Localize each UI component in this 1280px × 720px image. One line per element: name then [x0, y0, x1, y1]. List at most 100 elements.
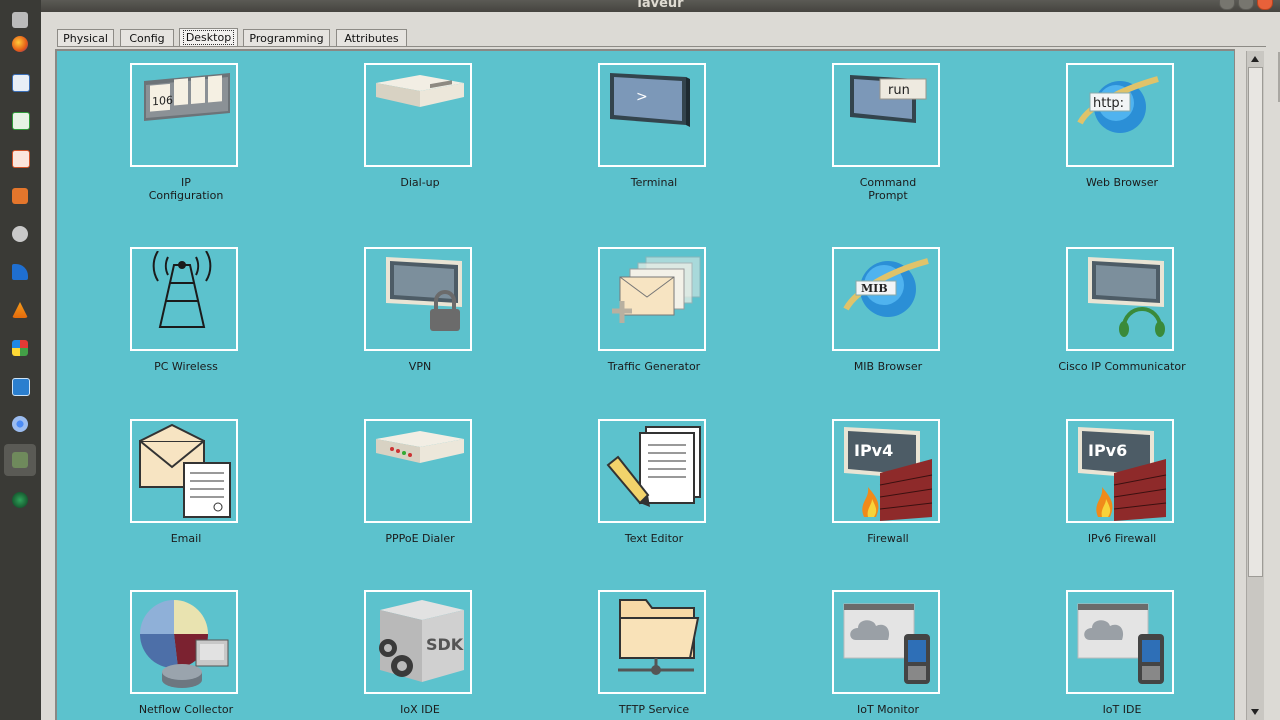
tab-label: Config — [129, 32, 165, 45]
app-tftp-service[interactable]: TFTP Service — [579, 590, 729, 720]
settings-launcher-icon[interactable] — [8, 222, 32, 246]
app-tile[interactable] — [832, 590, 940, 694]
packet-tracer-launcher-icon[interactable] — [4, 444, 36, 476]
app-tile[interactable] — [130, 590, 238, 694]
app-tile[interactable] — [1066, 247, 1174, 351]
app-tile[interactable]: > — [598, 63, 706, 167]
app-label: PC Wireless — [154, 360, 218, 373]
pppoe-modem-icon — [376, 431, 464, 463]
tab-config[interactable]: Config — [120, 29, 174, 46]
app-firewall[interactable]: IPv4 Firewall — [813, 419, 963, 569]
tab-physical[interactable]: Physical — [57, 29, 114, 46]
vlc-launcher-icon[interactable] — [8, 298, 32, 322]
app-vpn[interactable]: VPN — [345, 247, 495, 397]
app-dial-up[interactable]: Dial-up — [345, 63, 495, 213]
app-label: Traffic Generator — [607, 360, 701, 373]
mib-globe-icon: MIB — [843, 258, 929, 317]
app-tile[interactable] — [364, 63, 472, 167]
app-label: Web Browser — [1085, 176, 1159, 189]
email-icon — [139, 423, 231, 518]
tab-label: Attributes — [344, 32, 399, 45]
svg-text:run: run — [888, 83, 910, 98]
headset-monitor-icon — [1088, 257, 1165, 337]
app-traffic-generator[interactable]: Traffic Generator — [579, 247, 729, 397]
app-cisco-ip-communicator[interactable]: Cisco IP Communicator — [1047, 247, 1197, 397]
app-command-prompt[interactable]: run Command Prompt — [813, 63, 963, 213]
app-ip-configuration[interactable]: 106 IP Configuration — [111, 63, 261, 213]
firefox-launcher-icon[interactable] — [8, 32, 32, 56]
app-label: Firewall — [867, 532, 909, 545]
launcher-dock — [0, 0, 42, 720]
app-iot-monitor[interactable]: IoT Monitor — [813, 590, 963, 720]
svg-text:>: > — [636, 89, 648, 105]
ipv4-firewall-icon: IPv4 — [844, 427, 933, 521]
app-tile[interactable]: IPv6 — [1066, 419, 1174, 523]
app-tile[interactable]: SDK — [364, 590, 472, 694]
app-tile[interactable] — [130, 419, 238, 523]
vertical-scrollbar[interactable] — [1246, 51, 1264, 720]
tab-desktop[interactable]: Desktop — [179, 28, 238, 46]
svg-text:MIB: MIB — [861, 282, 888, 295]
scroll-down-arrow-icon[interactable] — [1249, 706, 1261, 718]
tab-label: Programming — [249, 32, 324, 45]
svg-text:106: 106 — [152, 94, 173, 109]
app-label: IoT Monitor — [856, 703, 919, 716]
app-text-editor[interactable]: Text Editor — [579, 419, 729, 569]
scroll-thumb[interactable] — [1248, 67, 1263, 577]
window-title: laveur — [637, 0, 684, 11]
pie-chart-router-icon — [139, 600, 229, 688]
tab-label: Desktop — [182, 30, 235, 45]
impress-launcher-icon[interactable] — [8, 146, 32, 170]
app-netflow-collector[interactable]: Netflow Collector — [111, 590, 261, 720]
app-tile[interactable]: http: — [1066, 63, 1174, 167]
app-label: VPN — [408, 360, 432, 373]
app-email[interactable]: Email — [111, 419, 261, 569]
apps-launcher-icon[interactable] — [8, 336, 32, 360]
globe-launcher-icon[interactable] — [8, 488, 32, 512]
app-tile[interactable]: 106 — [130, 63, 238, 167]
app-mib-browser[interactable]: MIB MIB Browser — [813, 247, 963, 397]
ipv6-firewall-icon: IPv6 — [1078, 427, 1167, 521]
software-center-launcher-icon[interactable] — [8, 184, 32, 208]
chromium-launcher-icon[interactable] — [8, 412, 32, 436]
tab-programming[interactable]: Programming — [243, 29, 330, 46]
scroll-up-arrow-icon[interactable] — [1249, 53, 1261, 65]
app-pppoe-dialer[interactable]: PPPoE Dialer — [345, 419, 495, 569]
folder-network-icon — [618, 599, 700, 675]
app-label: IoX IDE — [400, 703, 440, 716]
cloud-phone-icon — [843, 603, 930, 684]
app-tile[interactable] — [364, 247, 472, 351]
app-tile[interactable] — [598, 419, 706, 523]
svg-text:SDK: SDK — [426, 635, 464, 654]
app-tile[interactable]: MIB — [832, 247, 940, 351]
writer-launcher-icon[interactable] — [8, 70, 32, 94]
app-label: Email — [170, 532, 202, 545]
app-terminal[interactable]: > Terminal — [579, 63, 729, 213]
app-ipv6-firewall[interactable]: IPv6 IPv6 Firewall — [1047, 419, 1197, 569]
monitor-launcher-icon[interactable] — [8, 374, 32, 398]
app-web-browser[interactable]: http: Web Browser — [1047, 63, 1197, 213]
app-tile[interactable]: IPv4 — [832, 419, 940, 523]
command-prompt-icon: run — [850, 75, 927, 123]
calc-launcher-icon[interactable] — [8, 108, 32, 132]
window-right-margin — [1269, 51, 1280, 720]
wireless-antenna-icon — [152, 251, 212, 328]
ip-configuration-icon: 106 — [144, 73, 230, 121]
tab-label: Physical — [63, 32, 108, 45]
app-tile[interactable]: run — [832, 63, 940, 167]
svg-text:http:: http: — [1093, 96, 1124, 111]
text-editor-icon — [606, 426, 701, 507]
app-tile[interactable] — [364, 419, 472, 523]
tab-attributes[interactable]: Attributes — [336, 29, 407, 46]
app-iot-ide[interactable]: IoT IDE — [1047, 590, 1197, 720]
app-tile[interactable] — [598, 247, 706, 351]
app-label: MIB Browser — [853, 360, 923, 373]
app-tile[interactable] — [1066, 590, 1174, 694]
app-tile[interactable] — [598, 590, 706, 694]
app-label: IPv6 Firewall — [1087, 532, 1157, 545]
files-launcher-icon[interactable] — [8, 8, 32, 32]
wireshark-launcher-icon[interactable] — [8, 260, 32, 284]
app-pc-wireless[interactable]: PC Wireless — [111, 247, 261, 397]
app-iox-ide[interactable]: SDK IoX IDE — [345, 590, 495, 720]
app-tile[interactable] — [130, 247, 238, 351]
